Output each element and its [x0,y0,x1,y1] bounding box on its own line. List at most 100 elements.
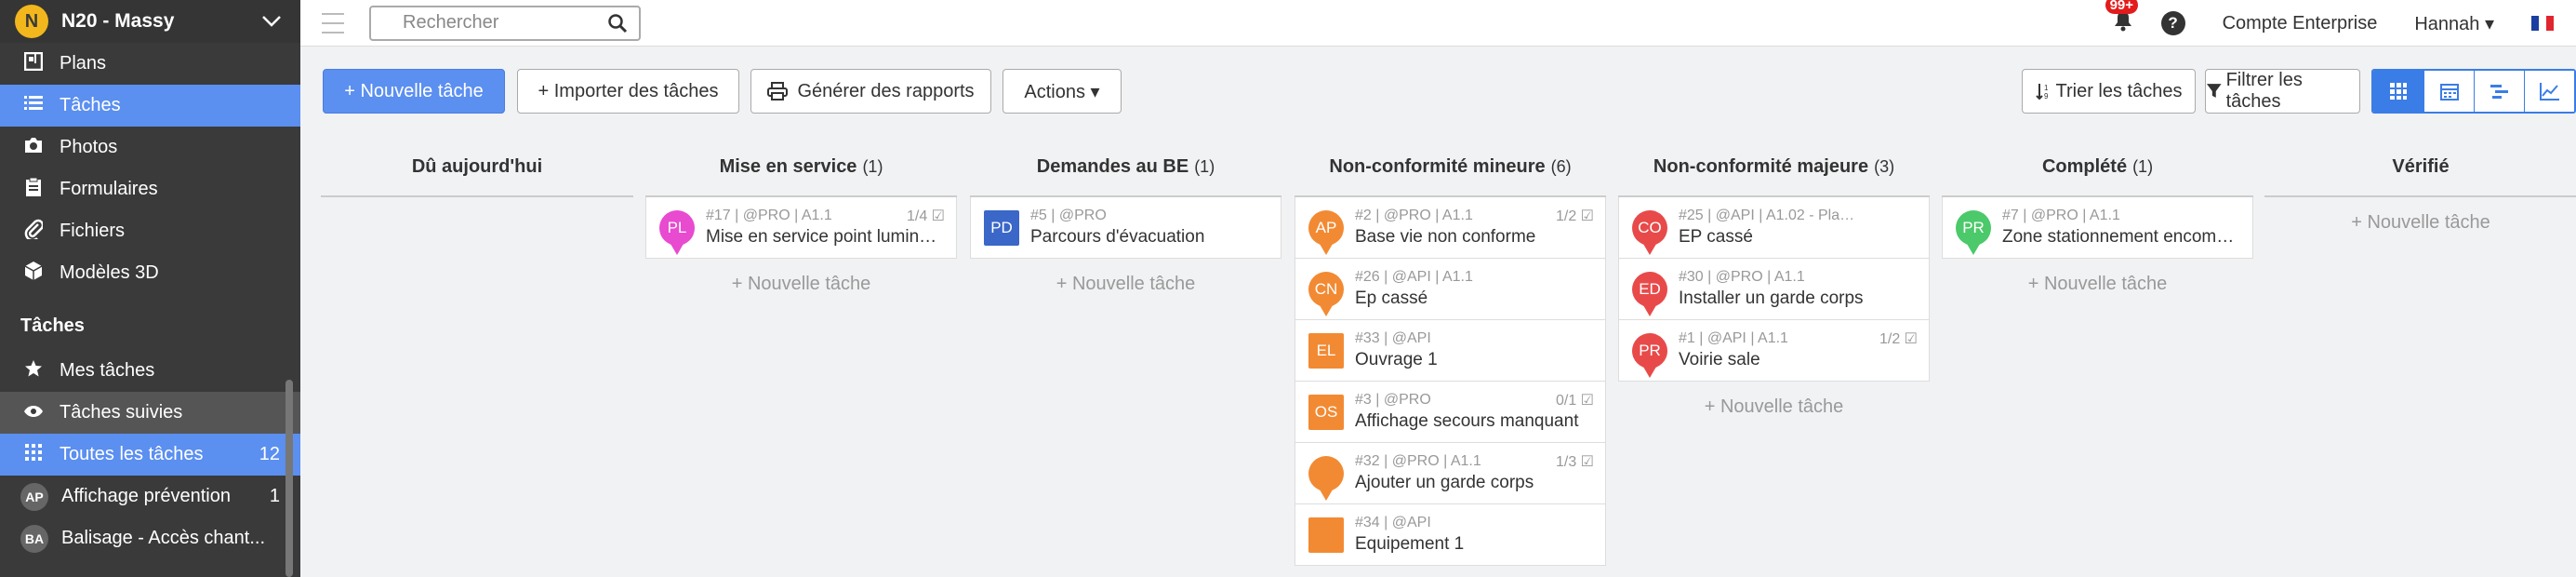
sidebar-item-fichiers[interactable]: Fichiers [0,210,300,252]
column-title: Mise en service [719,155,857,177]
project-selector[interactable]: N N20 - Massy [0,0,300,43]
task-card[interactable]: PL #17 | @PRO | A1.1 Mise en service poi… [645,197,957,259]
task-card[interactable]: PR #7 | @PRO | A1.1 Zone stationnement e… [1942,197,2253,259]
account-link[interactable]: Compte Enterprise [2223,13,2378,34]
generate-reports-label: Générer des rapports [797,80,975,101]
sidebar-item-plans[interactable]: Plans [0,43,300,85]
task-meta: #34 | @API [1355,515,1431,530]
sidebar-task-item[interactable]: Mes tâches [0,350,300,392]
column-count: (1) [1194,156,1215,176]
add-task-link[interactable]: + Nouvelle tâche [1618,382,1930,432]
task-card[interactable]: #32 | @PRO | A1.1 Ajouter un garde corps… [1295,443,1606,504]
task-card[interactable]: ED #30 | @PRO | A1.1 Installer un garde … [1618,259,1930,320]
add-task-link[interactable]: + Nouvelle tâche [2264,197,2576,248]
task-card-body: #7 | @PRO | A1.1 Zone stationnement enco… [2002,208,2241,248]
search-placeholder: Rechercher [403,12,499,33]
actions-dropdown[interactable]: Actions ▾ [1003,69,1122,114]
sidebar-scrollbar[interactable] [285,380,293,577]
sidebar-task-item[interactable]: AP Affichage prévention 1 [0,476,300,517]
top-bar: Rechercher 99+ ? Compte Enterprise Hanna… [300,0,2576,47]
menu-icon[interactable] [322,12,344,34]
column-header: Vérifié [2264,138,2576,197]
task-meta: #7 | @PRO | A1.1 [2002,208,2120,223]
gantt-icon [2490,85,2508,99]
task-avatar [1308,517,1344,553]
sort-tasks-label: Trier les tâches [2055,80,2183,101]
add-task-link[interactable]: + Nouvelle tâche [970,259,1281,309]
sort-tasks-button[interactable]: 19 Trier les tâches [2022,69,2196,114]
board-view-button[interactable] [2373,71,2423,112]
french-flag-icon[interactable] [2531,16,2554,31]
filter-tasks-label: Filtrer les tâches [2225,70,2303,112]
sidebar-item-label: Tâches suivies [60,402,183,423]
search-icon[interactable] [607,13,628,34]
sidebar-item-photos[interactable]: Photos [0,127,300,168]
chart-view-button[interactable] [2524,71,2574,112]
task-card[interactable]: AP #2 | @PRO | A1.1 Base vie non conform… [1295,197,1606,259]
generate-reports-button[interactable]: Générer des rapports [750,69,991,114]
task-title: Voirie sale [1679,350,1760,369]
sidebar-task-item[interactable]: Tâches suivies [0,392,300,434]
view-switcher [2371,69,2576,114]
task-card[interactable]: #34 | @API Equipement 1 [1295,504,1606,566]
column-title: Demandes au BE [1036,155,1189,177]
help-icon[interactable]: ? [2160,11,2185,35]
column-title: Complété [2041,155,2128,177]
board-column: Non-conformité majeure (3) CO #25 | @API … [1618,138,1930,432]
cube-icon [20,261,46,286]
column-title: Vérifié [2392,155,2450,177]
import-tasks-button[interactable]: + Importer des tâches [517,69,739,114]
add-task-link[interactable]: + Nouvelle tâche [645,259,957,309]
task-avatar: EL [1308,332,1344,369]
line-chart-icon [2539,83,2559,101]
sidebar-item-label: Toutes les tâches [60,444,204,464]
sidebar-item-label: Tâches [60,95,121,115]
sidebar-item-label: Fichiers [60,221,126,241]
task-avatar: ED [1632,271,1667,316]
task-card[interactable]: EL #33 | @API Ouvrage 1 [1295,320,1606,382]
sidebar-item-formulaires[interactable]: Formulaires [0,168,300,210]
task-card[interactable]: CO #25 | @API | A1.02 - Plan Général ...… [1618,197,1930,259]
task-avatar: OS [1308,394,1344,430]
task-card[interactable]: OS #3 | @PRO Affichage secours manquant … [1295,382,1606,443]
toolbar: + Nouvelle tâche + Importer des tâches G… [300,47,2576,138]
task-title: Ep cassé [1355,288,1428,308]
sidebar-item-label: Plans [60,53,107,74]
calendar-view-button[interactable] [2423,71,2474,112]
column-title: Non-conformité mineure [1329,155,1546,177]
board-column: Complété (1) PR #7 | @PRO | A1.1 Zone sta… [1942,138,2253,309]
sidebar-item-label: Affichage prévention [61,486,231,506]
sidebar-item-label: Balisage - Accès chant... [61,528,266,548]
task-title: EP cassé [1679,227,1753,247]
column-header: Complété (1) [1942,138,2253,197]
sidebar-item-t-ches[interactable]: Tâches [0,85,300,127]
task-title: Equipement 1 [1355,534,1465,554]
filter-tasks-button[interactable]: Filtrer les tâches [2205,69,2360,114]
plans-icon [20,51,46,75]
list-icon [20,95,46,116]
gantt-view-button[interactable] [2474,71,2524,112]
task-avatar: PD [984,209,1019,246]
grid-icon [20,443,46,466]
search-input[interactable]: Rechercher [369,5,641,41]
checklist-progress: 1/4 ☑ [906,208,945,224]
star-icon [20,359,46,382]
task-avatar: PR [1632,332,1667,378]
tasks-section-title: Tâches [20,315,85,336]
task-card[interactable]: PR #1 | @API | A1.1 Voirie sale 1/2 ☑ [1618,320,1930,382]
task-card[interactable]: PD #5 | @PRO Parcours d'évacuation [970,197,1281,259]
sidebar-task-item[interactable]: BA Balisage - Accès chant... [0,517,300,559]
sidebar-task-item[interactable]: Toutes les tâches 12 [0,434,300,476]
avatar: BA [20,524,48,553]
task-avatar: AP [1308,209,1344,255]
new-task-button[interactable]: + Nouvelle tâche [323,69,505,114]
board-column: Demandes au BE (1) PD #5 | @PRO Parcours … [970,138,1281,309]
svg-text:1: 1 [2044,84,2049,92]
notifications-button[interactable]: 99+ [2105,0,2139,37]
task-card[interactable]: CN #26 | @API | A1.1 Ep cassé [1295,259,1606,320]
checklist-progress: 1/2 ☑ [1555,208,1594,224]
task-avatar [1308,455,1344,501]
add-task-link[interactable]: + Nouvelle tâche [1942,259,2253,309]
sidebar-item-mod-les-3d[interactable]: Modèles 3D [0,252,300,294]
user-menu[interactable]: Hannah ▾ [2414,12,2494,35]
